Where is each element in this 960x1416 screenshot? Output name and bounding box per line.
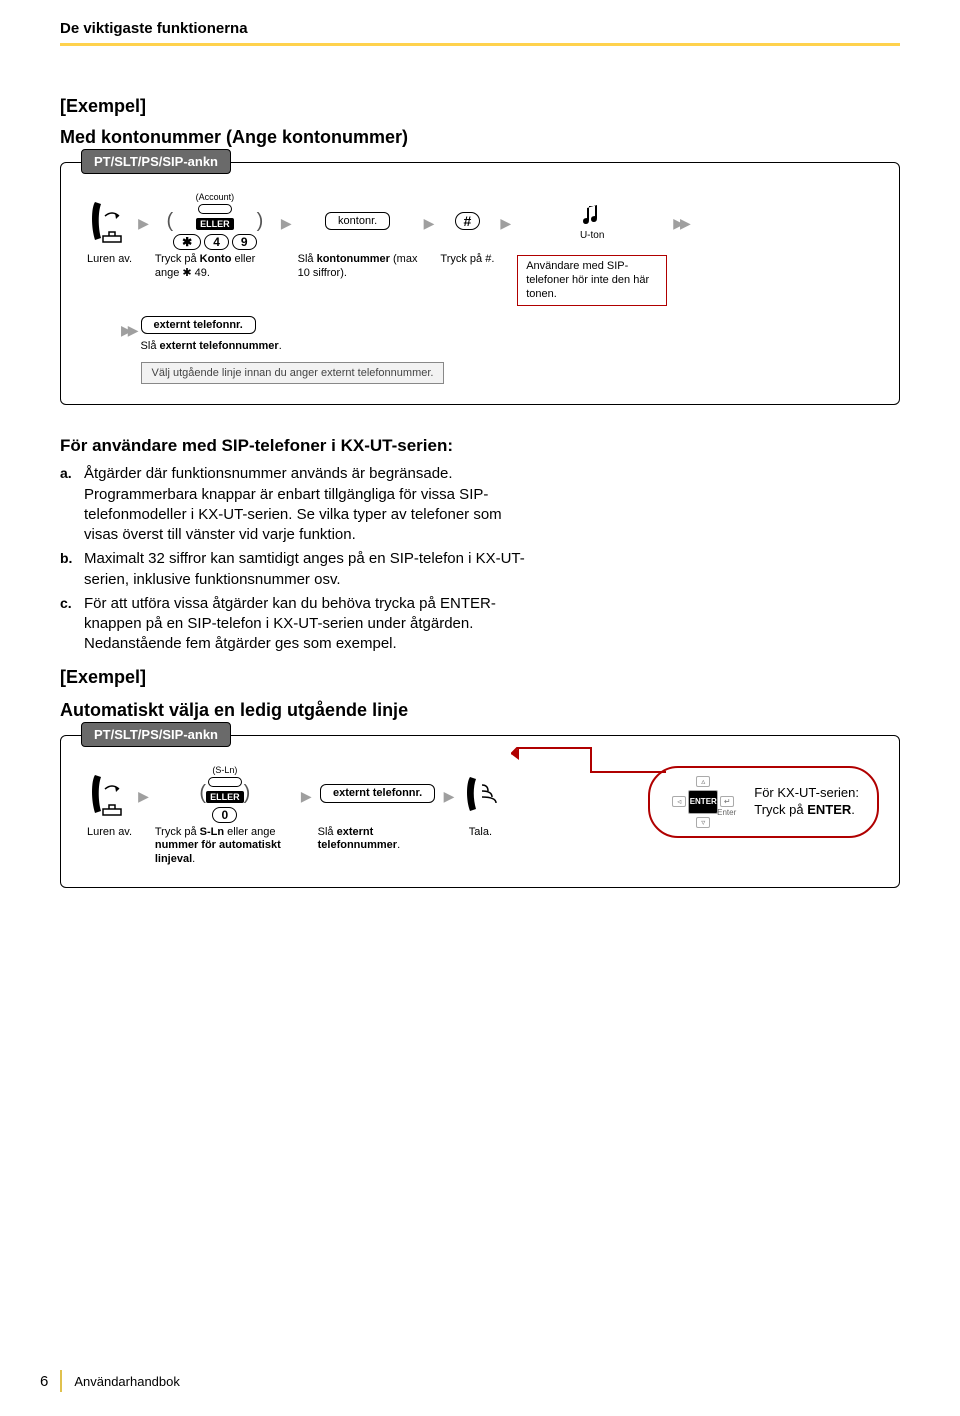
item-c: För att utföra vissa åtgärder kan du beh… [84, 594, 530, 655]
double-arrow-icon: ▶▶ [673, 215, 687, 232]
sip-kxut-heading: För användare med SIP-telefoner i KX-UT-… [60, 435, 530, 458]
arrow-icon: ▶ [138, 788, 149, 805]
caption-ext-1: Slå externt telefonnummer. [141, 340, 282, 352]
handset-offhook-icon [87, 198, 127, 244]
item-a: Åtgärder där funktionsnummer används är … [84, 464, 530, 545]
key-0: 0 [212, 807, 237, 823]
paren-right: ) [244, 782, 251, 805]
key-9: 9 [232, 234, 257, 250]
page-number: 6 [40, 1373, 48, 1390]
paren-left: ( [166, 210, 173, 233]
example1-title: Med kontonummer (Ange kontonummer) [60, 127, 900, 148]
example2-title: Automatiskt välja en ledig utgående linj… [60, 700, 900, 721]
page-header: De viktigaste funktionerna [60, 20, 900, 46]
device-tab-2: PT/SLT/PS/SIP-ankn [81, 722, 231, 747]
item-b: Maximalt 32 siffror kan samtidigt anges … [84, 549, 530, 590]
kxut-line2: Tryck på ENTER. [754, 802, 859, 819]
tone-icon [581, 202, 603, 228]
arrow-icon: ▶ [424, 215, 435, 232]
example2-label: [Exempel] [60, 667, 900, 688]
caption-tala: Tala. [469, 826, 492, 840]
procedure-box-2: PT/SLT/PS/SIP-ankn Luren av. ▶ [60, 735, 900, 888]
caption-sla-kontonr: Slå kontonummer (max 10 siffror). [298, 253, 418, 281]
star-key: ✱ [173, 234, 201, 250]
book-title: Användarhandbok [74, 1374, 180, 1389]
sip-note: Användare med SIP-telefoner hör inte den… [517, 255, 667, 306]
uton-label: U-ton [580, 230, 604, 241]
ext-phone-box-1: externt telefonnr. [141, 316, 256, 334]
procedure-box-1: PT/SLT/PS/SIP-ankn Luren av. ▶ [60, 162, 900, 405]
handset-offhook-icon [87, 771, 127, 817]
arrow-icon: ▶ [281, 215, 292, 232]
ext-phone-box-2: externt telefonnr. [320, 784, 435, 802]
arrow-icon: ▶ [500, 215, 511, 232]
dpad-icon: ▵ ▿ ◃ ↵ ENTER Enter [668, 776, 738, 828]
handset-talk-icon [460, 771, 500, 817]
hash-key: # [455, 212, 481, 230]
arrow-icon: ▶ [301, 788, 312, 805]
caption-hash: Tryck på #. [440, 253, 494, 267]
paren-left: ( [199, 782, 206, 805]
caption-luren-2: Luren av. [87, 826, 132, 840]
kontonr-box: kontonr. [325, 212, 390, 230]
page-footer: 6 Användarhandbok [40, 1370, 180, 1392]
caption-sln: Tryck på S-Ln eller ange nummer för auto… [155, 826, 295, 867]
arrow-icon: ▶ [138, 215, 149, 232]
account-key [198, 204, 232, 214]
sln-key [208, 777, 242, 787]
sln-label: (S-Ln) [212, 765, 237, 775]
caption-konto: Tryck på Konto eller ange ✱ 49. [155, 253, 275, 281]
or-label-2: ELLER [206, 791, 244, 803]
hint-select-line: Välj utgående linje innan du anger exter… [141, 362, 445, 384]
key-4: 4 [204, 234, 229, 250]
paren-right: ) [257, 210, 264, 233]
arrow-icon: ▶ [444, 788, 455, 805]
or-label-1: ELLER [196, 218, 234, 230]
enter-callout: ▵ ▿ ◃ ↵ ENTER Enter För KX-UT-serien: Tr… [648, 766, 879, 838]
sip-kxut-section: För användare med SIP-telefoner i KX-UT-… [60, 435, 530, 654]
kxut-line1: För KX-UT-serien: [754, 785, 859, 802]
caption-ext-2: Slå externt telefonnummer. [318, 826, 438, 854]
device-tab-1: PT/SLT/PS/SIP-ankn [81, 149, 231, 174]
account-label: (Account) [196, 192, 235, 202]
double-arrow-icon: ▶▶ [121, 322, 135, 339]
example1-label: [Exempel] [60, 96, 900, 117]
caption-luren-1: Luren av. [87, 253, 132, 267]
